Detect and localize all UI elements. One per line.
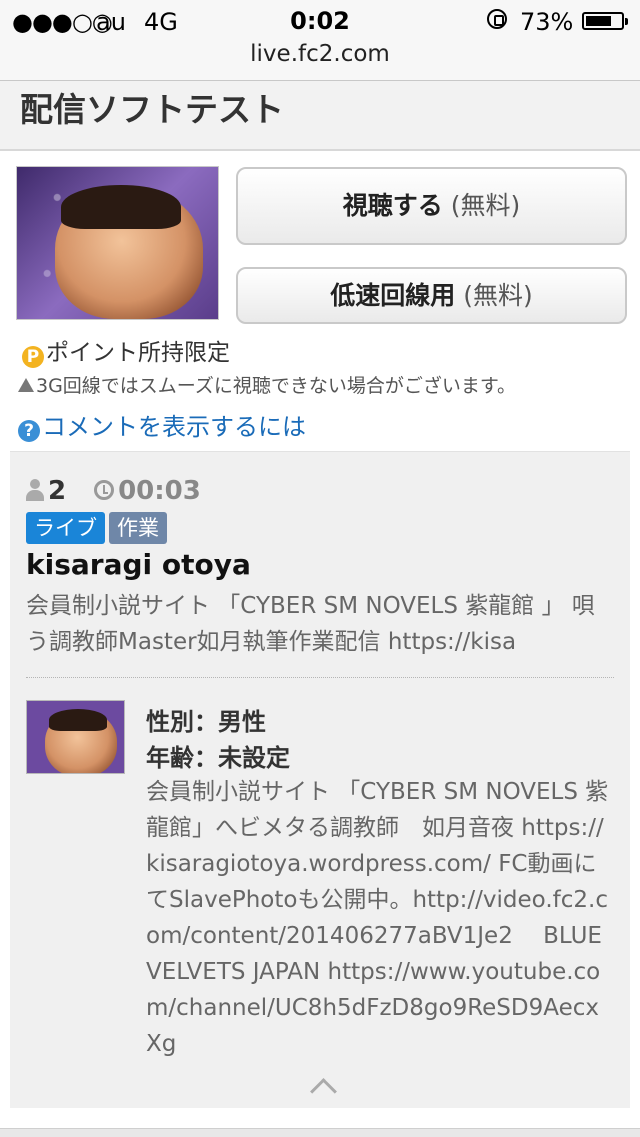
3g-warning: 3G回線ではスムーズに視聴できない場合がございます。 — [18, 371, 516, 398]
stream-info-panel: 2 00:03 ライブ 作業 kisaragi otoya 会員制小説サイト 「CY… — [10, 451, 630, 1108]
points-required-text: ポイント所持限定 — [46, 340, 230, 366]
low-speed-button-price: (無料) — [463, 281, 533, 310]
elapsed-time: 00:03 — [118, 476, 201, 506]
3g-warning-text: 3G回線ではスムーズに視聴できない場合がございます。 — [36, 375, 516, 397]
battery-icon — [582, 12, 628, 30]
page-title: 配信ソフトテスト — [20, 90, 284, 129]
tag-list: ライブ 作業 — [26, 512, 171, 544]
tag-live[interactable]: ライブ — [26, 512, 105, 544]
battery-percent: 73% — [520, 8, 574, 36]
status-bar: ●●●○○ au 4G 0:02 73% — [0, 0, 640, 40]
profile-gender: 性別：男性 — [146, 708, 266, 736]
broadcaster-name[interactable]: kisaragi otoya — [26, 548, 251, 581]
chevron-up-icon[interactable] — [310, 1072, 338, 1100]
battery-level — [586, 16, 611, 26]
watch-button-price: (無料) — [450, 191, 521, 220]
tag-work[interactable]: 作業 — [109, 512, 167, 544]
watch-button[interactable]: 視聴する (無料) — [236, 167, 627, 245]
rotation-lock-icon — [487, 9, 507, 29]
low-speed-button[interactable]: 低速回線用 (無料) — [236, 267, 627, 324]
comment-help-link[interactable]: ? コメントを表示するには — [18, 407, 306, 442]
address-bar[interactable]: live.fc2.com — [0, 40, 640, 81]
stream-description: 会員制小説サイト 「CYBER SM NOVELS 紫龍館 」 唄う調教師Mas… — [26, 593, 595, 655]
stream-stats: 2 00:03 — [26, 476, 201, 506]
url-text[interactable]: live.fc2.com — [0, 41, 640, 67]
points-icon: P — [22, 346, 44, 368]
points-required-note: P ポイント所持限定 — [22, 333, 230, 368]
help-icon: ? — [18, 420, 40, 442]
comment-help-text[interactable]: コメントを表示するには — [42, 413, 306, 441]
divider — [26, 677, 614, 678]
watch-button-label: 視聴する — [342, 191, 443, 220]
warning-icon — [18, 378, 34, 392]
broadcaster-avatar[interactable] — [26, 700, 125, 774]
viewer-icon — [26, 479, 44, 501]
stream-thumbnail[interactable] — [16, 166, 219, 320]
profile-age: 年齢：未設定 — [146, 744, 290, 772]
low-speed-button-label: 低速回線用 — [330, 281, 456, 310]
clock-icon — [94, 480, 115, 500]
page-header: 配信ソフトテスト — [0, 81, 640, 151]
viewer-count: 2 — [48, 476, 67, 506]
profile-bio: 会員制小説サイト 「CYBER SM NOVELS 紫龍館」へビメタる調教師 如… — [146, 779, 609, 1057]
